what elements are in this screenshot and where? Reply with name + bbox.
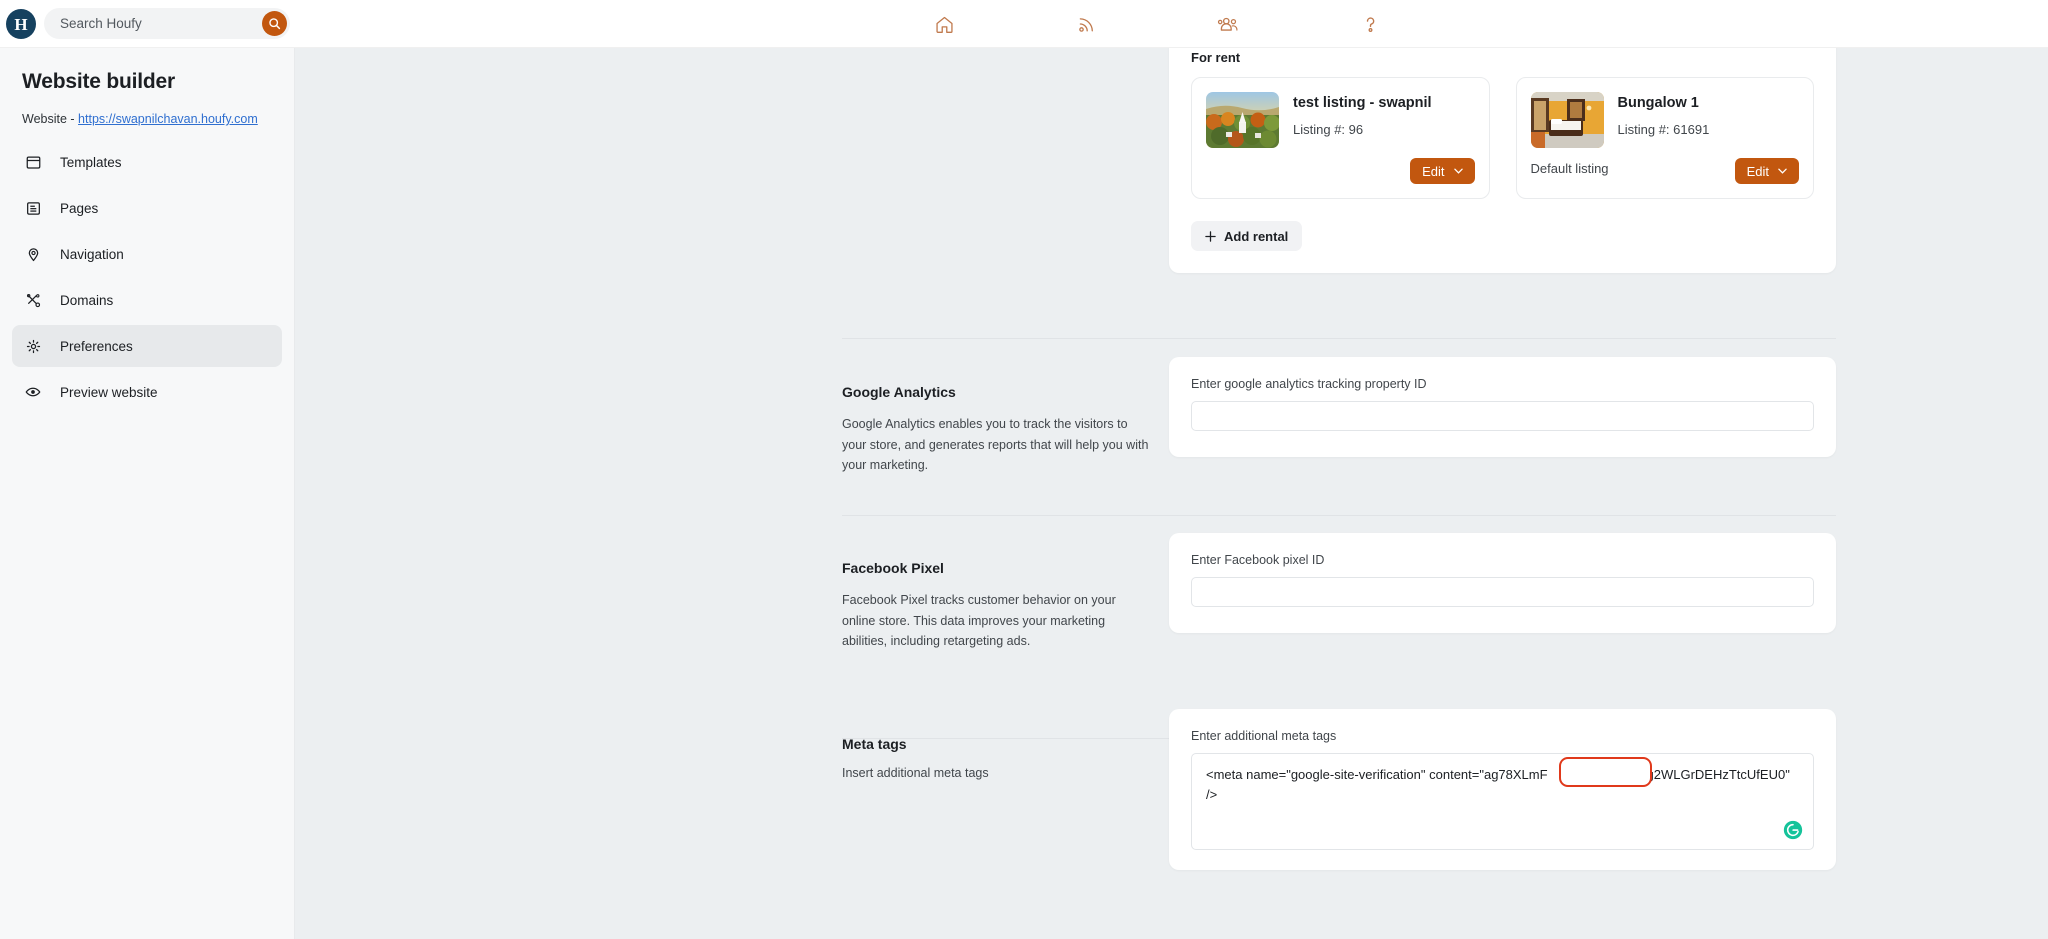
sidebar-item-preferences[interactable]: Preferences <box>12 325 282 367</box>
rental-listing-number: Listing #: 61691 <box>1617 122 1710 137</box>
nav-community[interactable] <box>1214 10 1242 38</box>
gear-icon <box>22 339 44 354</box>
rental-card-row: test listing - swapnil Listing #: 96 Edi… <box>1191 77 1814 199</box>
top-bar: H <box>0 0 2048 48</box>
sidebar-item-label: Templates <box>60 154 122 170</box>
svg-text:H: H <box>14 15 27 34</box>
sidebar-item-label: Navigation <box>60 246 124 262</box>
question-mark-icon <box>1366 16 1374 32</box>
tools-icon <box>22 293 44 308</box>
google-analytics-id-input[interactable] <box>1191 401 1814 431</box>
rental-card-top: test listing - swapnil Listing #: 96 <box>1206 92 1475 148</box>
section-description: Google Analytics enables you to track th… <box>842 417 1149 473</box>
rental-listing-number: Listing #: 96 <box>1293 122 1364 137</box>
autumn-village-photo <box>1206 92 1279 148</box>
sidebar-item-domains[interactable]: Domains <box>12 279 282 321</box>
website-url-link[interactable]: https://swapnilchavan.houfy.com <box>78 112 258 126</box>
sidebar-item-templates[interactable]: Templates <box>12 141 282 183</box>
section-title: Google Analytics <box>842 384 956 400</box>
website-label: Website - <box>22 112 79 126</box>
edit-button[interactable]: Edit <box>1734 158 1799 184</box>
section-panel: Enter Facebook pixel ID <box>1169 533 1836 633</box>
section-left-column: Facebook Pixel Facebook Pixel tracks cus… <box>842 560 1152 652</box>
rental-card-top: Bungalow 1 Listing #: 61691 <box>1530 92 1800 148</box>
meta-tags-textarea[interactable]: <meta name="google-site-verification" co… <box>1191 753 1814 850</box>
map-pin-icon <box>22 247 44 262</box>
people-group-icon <box>1217 17 1237 31</box>
section-panel: Enter additional meta tags <meta name="g… <box>1169 709 1836 870</box>
sidebar-item-label: Preferences <box>60 338 133 354</box>
rental-card[interactable]: test listing - swapnil Listing #: 96 Edi… <box>1191 77 1490 199</box>
sidebar-item-navigation[interactable]: Navigation <box>12 233 282 275</box>
edit-button[interactable]: Edit <box>1410 158 1475 184</box>
section-left-column: Google Analytics Google Analytics enable… <box>842 384 1152 476</box>
sidebar-nav: Templates Pages Navigation Domains Prefe… <box>12 141 282 413</box>
section-panel: Enter google analytics tracking property… <box>1169 357 1836 457</box>
page-title: Website builder <box>22 70 175 93</box>
section-title: Facebook Pixel <box>842 560 944 576</box>
grammarly-icon[interactable] <box>1783 820 1803 840</box>
chevron-down-icon <box>1453 168 1463 174</box>
search-button[interactable] <box>262 11 287 36</box>
edit-button-label: Edit <box>1422 163 1445 179</box>
section-divider <box>842 338 1836 339</box>
main-content: For rent test listing - swapnil Listing … <box>295 48 2048 939</box>
section-left-column: Meta tags Insert additional meta tags <box>842 736 1152 780</box>
houfy-logo[interactable]: H <box>6 8 36 39</box>
rentals-panel: For rent test listing - swapnil Listing … <box>1169 48 1836 273</box>
field-label: Enter additional meta tags <box>1191 729 1337 743</box>
field-label: Enter Facebook pixel ID <box>1191 553 1325 567</box>
app-root: H Search Houfy Website builder Website -… <box>0 0 2048 939</box>
sidebar-item-label: Pages <box>60 200 99 216</box>
facebook-pixel-id-input[interactable] <box>1191 577 1814 607</box>
search-bar[interactable] <box>44 8 290 39</box>
chevron-down-icon <box>1778 168 1787 174</box>
bedroom-photo <box>1530 92 1604 148</box>
sidebar-item-pages[interactable]: Pages <box>12 187 282 229</box>
sidebar-item-preview-website[interactable]: Preview website <box>12 371 282 413</box>
plus-icon <box>1205 230 1216 242</box>
sidebar: Website builder Website - https://swapni… <box>0 48 295 939</box>
eye-icon <box>22 384 44 400</box>
home-icon <box>935 16 953 33</box>
section-description: Facebook Pixel tracks customer behavior … <box>842 593 1116 649</box>
edit-button-label: Edit <box>1746 163 1769 179</box>
add-rental-button[interactable]: Add rental <box>1191 221 1303 251</box>
rental-card-info: Bungalow 1 Listing #: 61691 <box>1618 92 1710 148</box>
for-rent-heading: For rent <box>1191 50 1241 65</box>
search-input[interactable] <box>44 8 239 39</box>
add-rental-label: Add rental <box>1224 228 1289 244</box>
field-label: Enter google analytics tracking property… <box>1191 377 1427 391</box>
section-description: Insert additional meta tags <box>842 766 989 780</box>
nav-home[interactable] <box>930 10 958 38</box>
top-nav-icons <box>930 0 1384 48</box>
rss-feed-icon <box>1078 17 1093 32</box>
rental-card-info: test listing - swapnil Listing #: 96 <box>1293 92 1432 148</box>
rental-name: test listing - swapnil <box>1293 95 1432 111</box>
redaction-annotation-box <box>1559 757 1652 787</box>
rental-card[interactable]: Bungalow 1 Listing #: 61691 Default list… <box>1515 77 1814 199</box>
document-list-icon <box>22 201 44 216</box>
rental-name: Bungalow 1 <box>1617 95 1699 111</box>
website-url-line: Website - https://swapnilchavan.houfy.co… <box>22 112 282 126</box>
section-title: Meta tags <box>842 736 907 752</box>
section-divider <box>842 515 1836 516</box>
meta-tags-value: <meta name="google-site-verification" co… <box>1206 767 1794 803</box>
sidebar-item-label: Preview website <box>60 384 158 400</box>
nav-help[interactable] <box>1356 10 1384 38</box>
sidebar-item-label: Domains <box>60 292 114 308</box>
nav-feed[interactable] <box>1072 10 1100 38</box>
search-icon <box>269 18 281 30</box>
window-icon <box>22 155 44 170</box>
